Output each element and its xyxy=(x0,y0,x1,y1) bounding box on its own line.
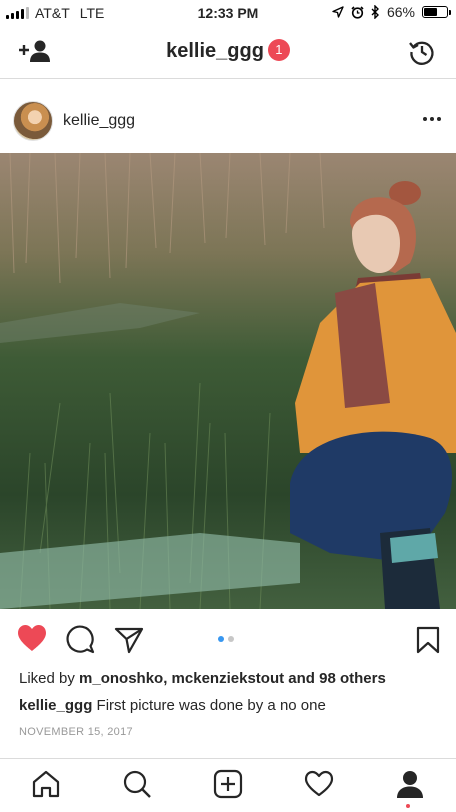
carousel-dot xyxy=(228,636,234,642)
post-username[interactable]: kellie_ggg xyxy=(63,112,135,130)
post-photo[interactable] xyxy=(0,153,456,609)
likes-others[interactable]: and 98 others xyxy=(284,670,386,687)
page-title[interactable]: kellie_ggg 1 xyxy=(0,39,456,63)
home-icon[interactable] xyxy=(31,769,61,799)
notification-badge: 1 xyxy=(267,39,290,61)
location-icon xyxy=(332,6,344,18)
activity-icon[interactable] xyxy=(304,769,334,799)
alarm-icon xyxy=(351,5,364,19)
carousel-indicator xyxy=(218,636,234,642)
likes-prefix: Liked by xyxy=(19,670,80,687)
carousel-dot-active xyxy=(218,636,224,642)
bluetooth-icon xyxy=(371,5,379,19)
heart-icon[interactable] xyxy=(17,624,47,652)
status-right: 66% xyxy=(332,4,451,20)
post-date: NOVEMBER 15, 2017 xyxy=(19,726,133,738)
bookmark-icon[interactable] xyxy=(416,626,440,654)
battery-percent: 66% xyxy=(386,4,415,20)
caption-username[interactable]: kellie_ggg xyxy=(19,697,92,714)
likes-line: Liked by m_onoshko, mckenziekstout and 9… xyxy=(19,670,386,687)
comment-icon[interactable] xyxy=(66,625,95,654)
status-bar: AT&T LTE 12:33 PM 66% xyxy=(0,0,456,26)
caption-text: First picture was done by a no one xyxy=(96,697,326,714)
post-actions xyxy=(0,620,456,660)
profile-icon[interactable] xyxy=(395,769,425,799)
battery-icon xyxy=(422,6,451,18)
search-icon[interactable] xyxy=(122,769,152,799)
profile-notification-dot xyxy=(406,804,410,808)
history-icon[interactable] xyxy=(408,38,436,66)
tab-bar xyxy=(0,758,456,812)
post-caption: kellie_ggg First picture was done by a n… xyxy=(19,697,326,714)
photo-illustration xyxy=(0,153,456,609)
post-header: kellie_ggg xyxy=(0,91,456,151)
more-options-icon[interactable] xyxy=(422,109,442,129)
battery-fill xyxy=(424,8,438,16)
add-post-icon[interactable] xyxy=(213,769,243,799)
share-icon[interactable] xyxy=(114,626,144,654)
navigation-bar: kellie_ggg 1 xyxy=(0,26,456,79)
profile-username: kellie_ggg xyxy=(166,40,264,62)
avatar[interactable] xyxy=(13,101,53,141)
liked-users[interactable]: m_onoshko, mckenziekstout xyxy=(79,670,284,687)
